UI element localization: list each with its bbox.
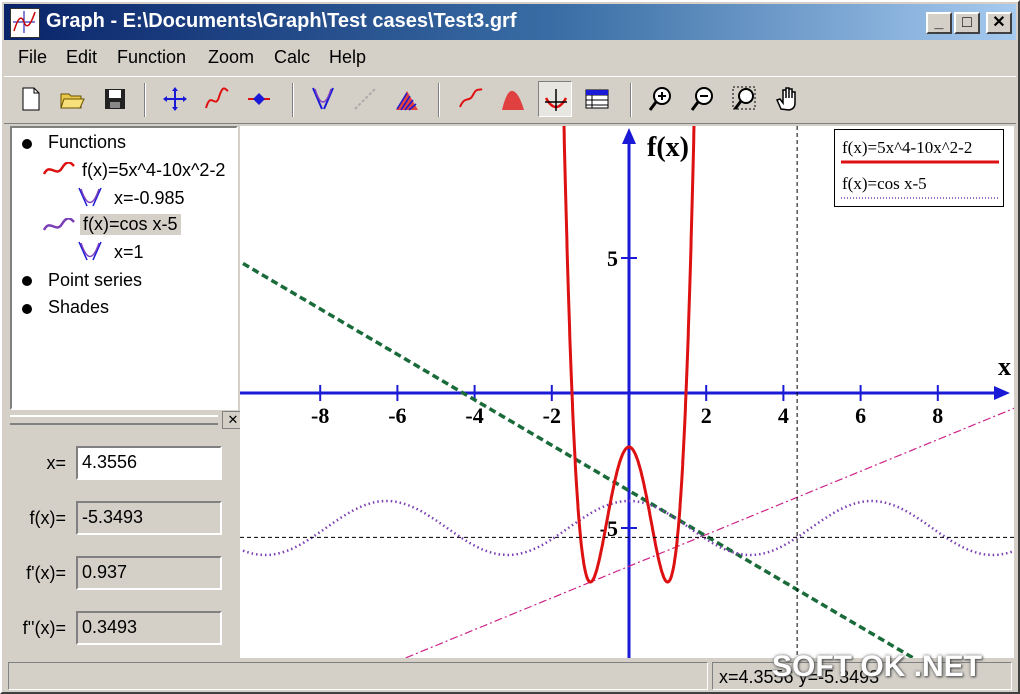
tree-node-f2-tangent[interactable]: x=1 [114,242,144,263]
tree-node-point-series[interactable]: Point series [48,270,142,291]
dfx-value: 0.937 [76,556,222,590]
x-tick-label: 4 [778,403,789,428]
tree-node-f1-tangent[interactable]: x=-0.985 [114,188,185,209]
x-tick-label: -6 [388,403,406,428]
bullet-icon [22,139,32,149]
legend-entry-f1: f(x)=5x^4-10x^2-2 [842,138,973,157]
zoom-out-icon[interactable] [686,81,720,117]
toolbar-separator [630,83,632,117]
close-button[interactable]: ✕ [986,12,1012,34]
toolbar [4,76,1016,124]
tree-node-shades[interactable]: Shades [48,297,109,318]
y-axis-arrow [622,128,636,144]
y-tick-label: 5 [607,246,618,271]
x-tick-label: -4 [465,403,483,428]
menu-zoom[interactable]: Zoom [208,47,254,68]
splitter-grip[interactable] [10,415,218,425]
axes-icon[interactable] [158,81,192,117]
open-folder-icon[interactable] [56,81,90,117]
toolbar-separator [292,83,294,117]
x-input[interactable]: 4.3556 [76,446,222,480]
status-panel-message [8,662,708,690]
x-label: x= [46,453,66,473]
zoom-in-icon[interactable] [644,81,678,117]
relation-icon[interactable] [348,81,382,117]
x-tick-label: -2 [543,403,561,428]
fx-value: -5.3493 [76,501,222,535]
graph-area[interactable]: x f(x) -8 -6 -4 -2 2 4 6 8 5 -5 f(x)=5x^4-10x^2-2 f… [240,126,1014,658]
menu-calc[interactable]: Calc [274,47,310,68]
menu-function[interactable]: Function [117,47,186,68]
x-tick-label: 2 [701,403,712,428]
function-tree[interactable]: Functions f(x)=5x^4-10x^2-2 x=-0.985 f(x… [10,126,238,410]
legend-entry-f2: f(x)=cos x-5 [842,174,927,193]
tree-node-f2-selected[interactable]: f(x)=cos x-5 [80,214,181,235]
maximize-button[interactable]: □ [954,12,980,34]
trendline-icon[interactable] [454,81,488,117]
tangent-icon[interactable] [306,81,340,117]
menu-help[interactable]: Help [329,47,366,68]
pan-hand-icon[interactable] [770,81,804,117]
tree-node-functions[interactable]: Functions [48,132,126,153]
title-bar[interactable]: Graph - E:\Documents\Graph\Test cases\Te… [4,4,1016,40]
bullet-icon [22,304,32,314]
legend: f(x)=5x^4-10x^2-2 f(x)=cos x-5 [834,129,1004,207]
toolbar-separator [438,83,440,117]
new-file-icon[interactable] [14,81,48,117]
bullet-icon [22,276,32,286]
insert-function-icon[interactable] [200,81,234,117]
window-title: Graph - E:\Documents\Graph\Test cases\Te… [46,10,517,32]
function-line-icon [42,218,75,231]
legend-line-f1 [841,160,999,164]
menu-file[interactable]: File [18,47,47,68]
app-window: Graph - E:\Documents\Graph\Test cases\Te… [0,0,1020,694]
evaluate-icon[interactable] [538,81,572,117]
tangent-icon [78,241,102,261]
minimize-button[interactable]: _ [926,12,952,34]
zoom-window-icon[interactable] [728,81,762,117]
tree-node-f1[interactable]: f(x)=5x^4-10x^2-2 [82,160,225,181]
y-axis-label: f(x) [647,132,689,163]
save-icon[interactable] [98,81,132,117]
menu-bar: File Edit Function Zoom Calc Help [4,42,1016,74]
graph-app-icon [10,8,40,38]
dfx-label: f'(x)= [26,563,66,583]
watermark-logo: SOFT OK .NET [772,650,982,683]
insert-point-series-icon[interactable] [242,81,276,117]
legend-line-f2 [841,197,999,199]
toolbar-separator [144,83,146,117]
x-tick-label: 6 [855,403,866,428]
table-icon[interactable] [580,81,614,117]
tangent-icon [78,187,102,207]
function-line-icon [42,162,75,175]
shade-icon[interactable] [390,81,424,117]
x-axis-arrow [994,386,1010,400]
panel-splitter[interactable]: ✕ [10,410,244,429]
x-tick-label: 8 [932,403,943,428]
fx-label: f(x)= [29,508,66,528]
ddfx-label: f''(x)= [22,618,66,638]
x-tick-label: -8 [311,403,329,428]
area-icon[interactable] [496,81,530,117]
x-axis-label: x [998,352,1011,381]
menu-edit[interactable]: Edit [66,47,97,68]
ddfx-value: 0.3493 [76,611,222,645]
